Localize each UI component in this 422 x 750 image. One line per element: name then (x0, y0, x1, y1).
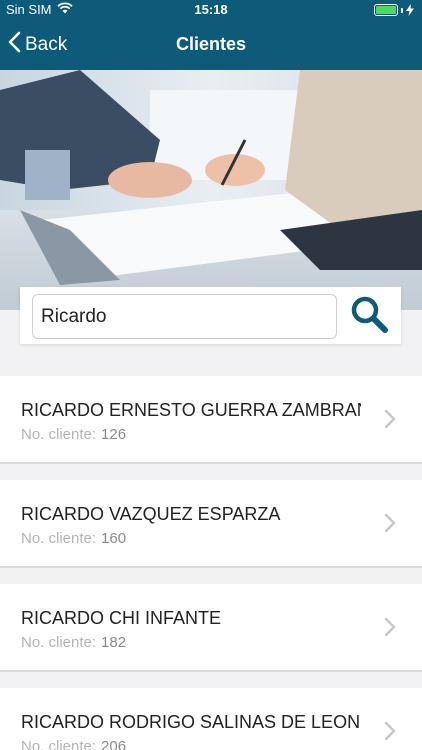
page-title: Clientes (175, 34, 247, 54)
search-input[interactable] (32, 294, 337, 339)
client-card[interactable]: RICARDO RODRIGO SALINAS DE LEON No. clie… (0, 688, 422, 750)
client-name: RICARDO RODRIGO SALINAS DE LEON (21, 712, 361, 732)
client-number-row: No. cliente: 160 (21, 530, 126, 547)
chevron-right-icon (384, 409, 396, 434)
status-time: 15:18 (194, 2, 228, 17)
client-number-label: No. cliente: (21, 530, 97, 547)
charging-icon (406, 4, 414, 16)
client-name: RICARDO VAZQUEZ ESPARZA (21, 504, 281, 524)
client-number: 182 (101, 634, 127, 651)
battery-icon (374, 4, 414, 16)
chevron-right-icon (384, 617, 396, 642)
chevron-right-icon (384, 513, 396, 538)
client-number-label: No. cliente: (21, 738, 97, 750)
client-name: RICARDO CHI INFANTE (21, 608, 222, 628)
client-number-row: No. cliente: 182 (21, 634, 126, 651)
search-icon (349, 294, 389, 339)
client-card[interactable]: RICARDO ERNESTO GUERRA ZAMBRANO No. clie… (0, 376, 422, 464)
client-number-label: No. cliente: (21, 426, 97, 443)
client-number-row: No. cliente: 206 (21, 738, 126, 750)
search-button[interactable] (344, 294, 394, 338)
client-number: 126 (101, 426, 127, 443)
client-name: RICARDO ERNESTO GUERRA ZAMBRANO (21, 400, 361, 420)
status-bar: Sin SIM 15:18 (0, 0, 422, 20)
client-card[interactable]: RICARDO CHI INFANTE No. cliente: 182 (0, 584, 422, 672)
client-number-row: No. cliente: 126 (21, 426, 126, 443)
client-card[interactable]: RICARDO VAZQUEZ ESPARZA No. cliente: 160 (0, 480, 422, 568)
client-number: 206 (101, 738, 127, 750)
header-photo (0, 70, 422, 310)
chevron-right-icon (384, 721, 396, 746)
navigation-bar: Back Clientes (0, 20, 422, 70)
client-number: 160 (101, 530, 127, 547)
search-bar (20, 287, 401, 344)
client-number-label: No. cliente: (21, 634, 97, 651)
